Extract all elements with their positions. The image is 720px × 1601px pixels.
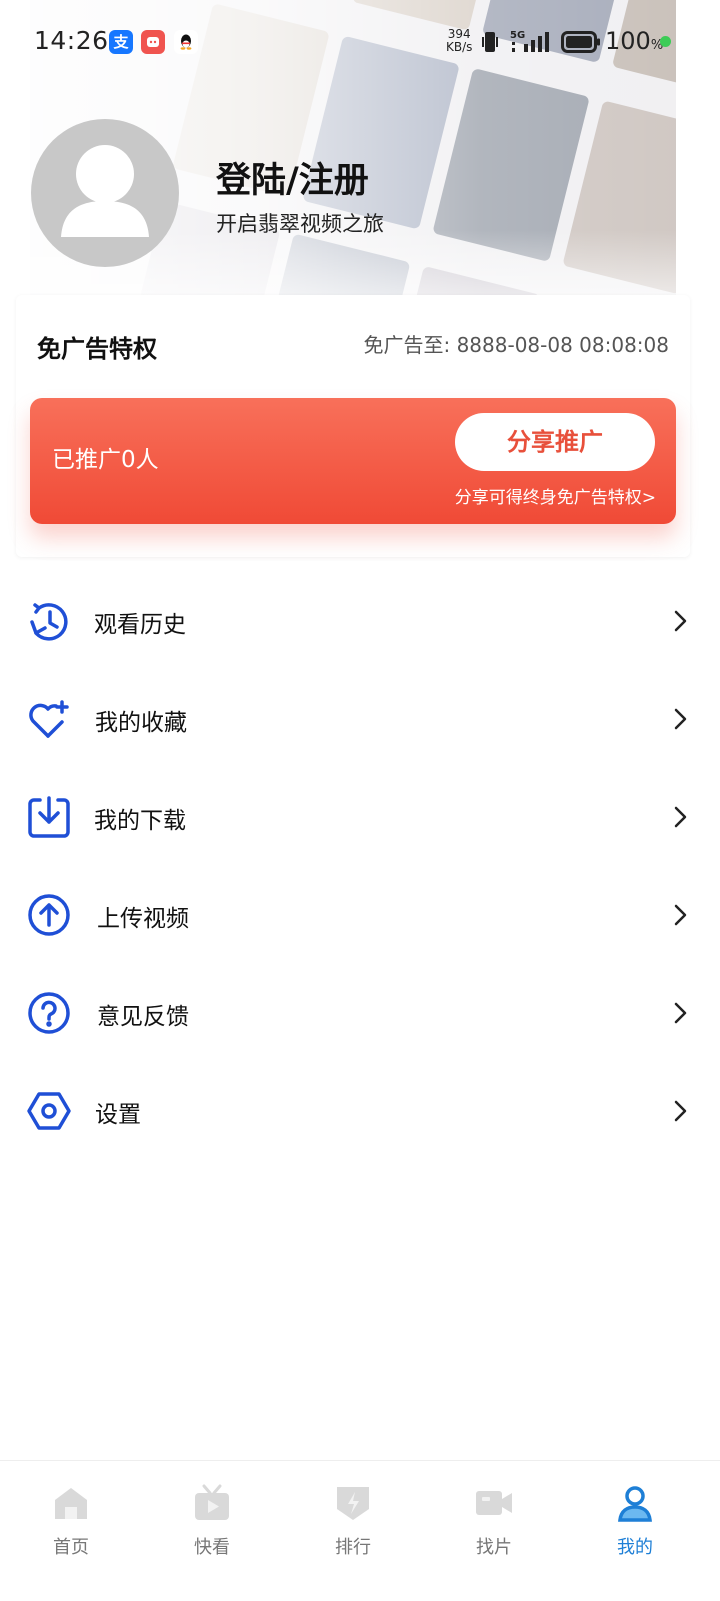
nav-label: 首页 bbox=[53, 1537, 89, 1558]
menu-list: 观看历史 我的收藏 我的下载 上传视频 意见反馈 设置 bbox=[0, 572, 720, 1160]
ad-free-title: 免广告特权 bbox=[37, 335, 157, 363]
menu-item-upload[interactable]: 上传视频 bbox=[0, 866, 720, 964]
login-register-link[interactable]: 登陆/注册 bbox=[216, 152, 369, 203]
nav-find-video[interactable]: 找片 bbox=[444, 1461, 544, 1581]
nav-label: 排行 bbox=[335, 1537, 371, 1558]
nav-label: 快看 bbox=[194, 1537, 230, 1558]
menu-item-settings[interactable]: 设置 bbox=[0, 1062, 720, 1160]
menu-label: 上传视频 bbox=[97, 906, 189, 932]
bottom-nav: 首页 快看 排行 找片 我的 bbox=[0, 1460, 720, 1601]
privacy-indicator-dot bbox=[660, 36, 671, 47]
rank-icon bbox=[337, 1487, 369, 1520]
promotion-banner: 已推广0人 分享推广 分享可得终身免广告特权> bbox=[30, 398, 676, 524]
share-hint-link[interactable]: 分享可得终身免广告特权> bbox=[455, 483, 656, 508]
profile-subtitle: 开启翡翠视频之旅 bbox=[216, 212, 384, 236]
menu-label: 我的收藏 bbox=[95, 710, 187, 736]
chevron-right-icon bbox=[674, 806, 687, 828]
share-promote-button[interactable]: 分享推广 bbox=[455, 413, 655, 471]
promoted-count: 已推广0人 bbox=[52, 447, 159, 473]
menu-label: 意见反馈 bbox=[97, 1004, 189, 1030]
chevron-right-icon bbox=[674, 1002, 687, 1024]
qq-icon bbox=[174, 30, 198, 54]
upload-icon bbox=[28, 894, 70, 936]
user-silhouette-icon bbox=[61, 145, 149, 237]
favorite-heart-icon bbox=[29, 700, 69, 738]
menu-item-feedback[interactable]: 意见反馈 bbox=[0, 964, 720, 1062]
settings-icon bbox=[27, 1092, 71, 1130]
menu-label: 我的下载 bbox=[94, 808, 186, 834]
chevron-right-icon bbox=[674, 1100, 687, 1122]
user-icon bbox=[618, 1486, 652, 1522]
vibrate-icon bbox=[482, 32, 498, 52]
signal-5g-icon: 5G bbox=[510, 30, 549, 52]
svg-text:5G: 5G bbox=[510, 30, 525, 41]
chevron-right-icon bbox=[674, 904, 687, 926]
menu-label: 观看历史 bbox=[94, 612, 186, 638]
menu-item-history[interactable]: 观看历史 bbox=[0, 572, 720, 670]
avatar[interactable] bbox=[31, 119, 179, 267]
ad-free-expiry: 免广告至: 8888-08-08 08:08:08 bbox=[363, 333, 669, 357]
nav-label: 我的 bbox=[617, 1537, 653, 1558]
alipay-app-icon: 支 bbox=[109, 30, 133, 54]
nav-home[interactable]: 首页 bbox=[21, 1461, 121, 1581]
question-icon bbox=[28, 992, 70, 1034]
menu-item-favorites[interactable]: 我的收藏 bbox=[0, 670, 720, 768]
battery-level: 100% bbox=[605, 27, 664, 55]
chevron-right-icon bbox=[674, 708, 687, 730]
nav-quick-watch[interactable]: 快看 bbox=[162, 1461, 262, 1581]
nav-mine[interactable]: 我的 bbox=[585, 1461, 685, 1581]
history-icon bbox=[30, 603, 68, 641]
download-icon bbox=[28, 796, 70, 838]
nav-label: 找片 bbox=[476, 1537, 512, 1558]
home-icon bbox=[55, 1488, 87, 1519]
tv-play-icon bbox=[195, 1484, 229, 1520]
network-speed: 394 KB/s bbox=[446, 27, 473, 54]
video-camera-icon bbox=[476, 1491, 512, 1515]
menu-item-downloads[interactable]: 我的下载 bbox=[0, 768, 720, 866]
battery-icon bbox=[561, 31, 600, 53]
red-app-icon bbox=[141, 30, 165, 54]
status-bar: 14:26 支 394 KB/s 5G 100% bbox=[0, 0, 720, 84]
nav-ranking[interactable]: 排行 bbox=[303, 1461, 403, 1581]
menu-label: 设置 bbox=[95, 1102, 141, 1128]
ad-free-card: 免广告特权 免广告至: 8888-08-08 08:08:08 已推广0人 分享… bbox=[16, 295, 690, 557]
chevron-right-icon bbox=[674, 610, 687, 632]
status-time: 14:26 bbox=[34, 26, 109, 55]
